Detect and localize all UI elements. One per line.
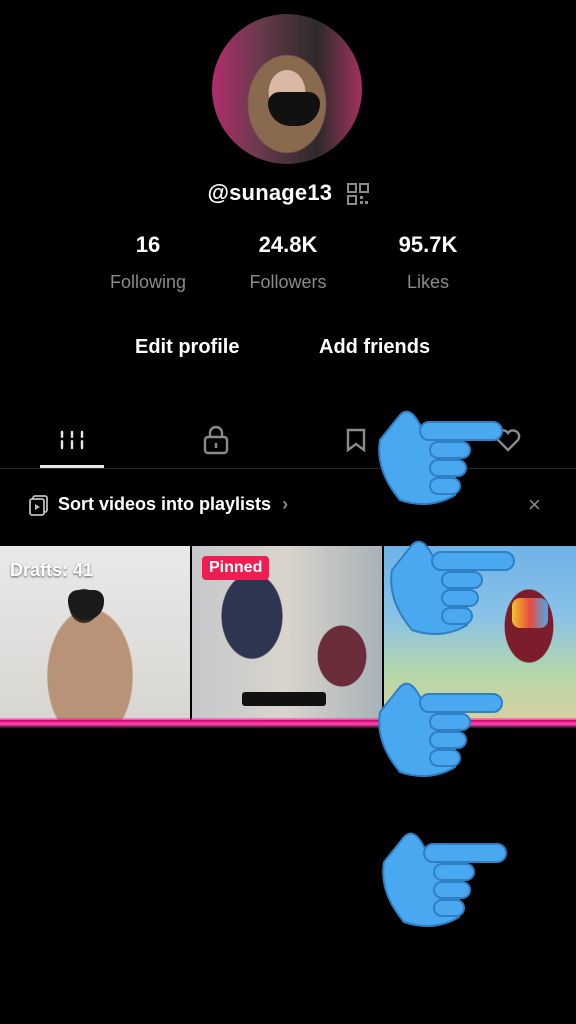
drafts-label: Drafts: 41 xyxy=(10,560,94,580)
thumbnail-detail xyxy=(68,590,104,620)
playlist-icon xyxy=(29,495,48,516)
avatar[interactable] xyxy=(212,14,362,164)
username-row: @sunage13 xyxy=(0,180,576,206)
stat-value: 16 xyxy=(135,232,161,257)
stat-label: Followers xyxy=(249,272,327,292)
stat-label: Following xyxy=(109,272,187,292)
stat-likes[interactable]: 95.7K Likes xyxy=(363,232,493,293)
videos-grid-icon xyxy=(58,430,86,450)
avatar-mask-detail xyxy=(268,92,320,126)
pinned-badge: Pinned xyxy=(202,556,270,580)
stat-followers[interactable]: 24.8K Followers xyxy=(223,232,353,293)
chevron-right-icon: › xyxy=(282,494,289,514)
pointing-hand-icon xyxy=(390,540,515,635)
playlist-banner-text: Sort videos into playlists xyxy=(58,494,272,514)
video-thumbnail-pinned[interactable]: Pinned xyxy=(192,546,382,720)
stat-value: 95.7K xyxy=(398,232,458,257)
tab-videos[interactable] xyxy=(52,420,92,460)
close-icon[interactable]: × xyxy=(528,492,541,518)
lock-icon xyxy=(203,425,229,455)
stat-value: 24.8K xyxy=(258,232,318,257)
active-tab-indicator xyxy=(40,465,104,468)
qr-code-icon[interactable] xyxy=(346,183,369,206)
pointing-hand-icon xyxy=(378,410,503,505)
tab-private[interactable] xyxy=(196,420,236,460)
stat-following[interactable]: 16 Following xyxy=(83,232,213,293)
stat-label: Likes xyxy=(406,272,450,292)
username: @sunage13 xyxy=(207,180,333,205)
video-thumbnail-drafts[interactable]: Drafts: 41 xyxy=(0,546,190,720)
add-friends-button[interactable]: Add friends xyxy=(319,336,430,359)
pointing-hand-icon xyxy=(378,682,503,777)
caption-chip xyxy=(242,692,326,706)
edit-profile-button[interactable]: Edit profile xyxy=(135,336,239,359)
pointing-hand-icon xyxy=(382,832,507,927)
